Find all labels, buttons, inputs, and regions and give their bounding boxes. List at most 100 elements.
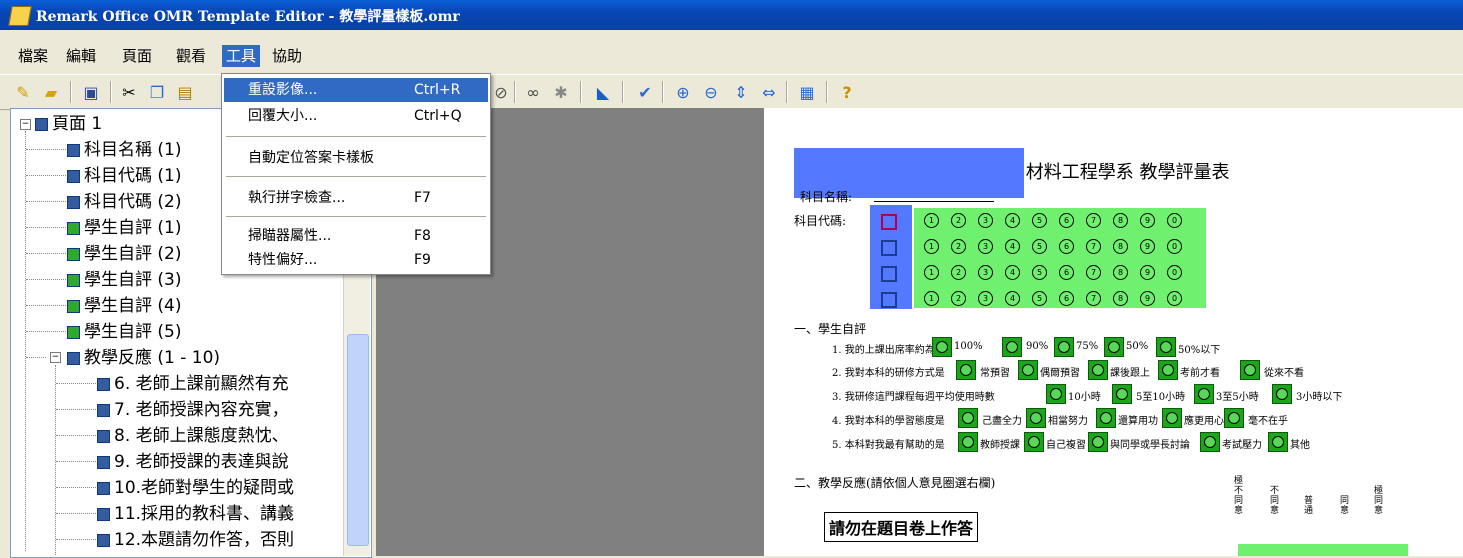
menu-view[interactable]: 觀看 — [172, 45, 210, 67]
digit-bubble[interactable]: 6 — [1059, 265, 1074, 280]
digit-bubble[interactable]: 6 — [1059, 239, 1074, 254]
answer-bubble[interactable] — [1194, 384, 1214, 404]
answer-bubble[interactable] — [1104, 337, 1124, 357]
digit-bubble[interactable]: 7 — [1086, 291, 1101, 306]
digit-bubble[interactable]: 1 — [924, 239, 939, 254]
answer-bubble[interactable] — [1096, 408, 1116, 428]
digit-bubble[interactable]: 1 — [924, 265, 939, 280]
digit-bubble[interactable]: 4 — [1005, 265, 1020, 280]
digit-bubble[interactable]: 9 — [1140, 239, 1155, 254]
answer-bubble[interactable] — [932, 337, 952, 357]
digit-bubble[interactable]: 6 — [1059, 213, 1074, 228]
tree-item[interactable]: 學生自評 (4) — [67, 293, 181, 319]
answer-bubble[interactable] — [1200, 432, 1220, 452]
menu-help[interactable]: 協助 — [268, 45, 306, 67]
digit-bubble[interactable]: 2 — [951, 265, 966, 280]
collapse-toggle[interactable]: − — [20, 119, 31, 130]
digit-bubble[interactable]: 3 — [978, 239, 993, 254]
zoom-out-icon[interactable]: ⊖ — [700, 81, 722, 103]
digit-bubble[interactable]: 9 — [1140, 213, 1155, 228]
digit-bubble[interactable]: 7 — [1086, 239, 1101, 254]
digit-bubble[interactable]: 4 — [1005, 291, 1020, 306]
paste-icon[interactable]: ▤ — [174, 81, 196, 103]
answer-bubble[interactable] — [1088, 360, 1108, 380]
digit-bubble[interactable]: 2 — [951, 239, 966, 254]
answer-bubble[interactable] — [958, 408, 978, 428]
tree-item[interactable]: 學生自評 (3) — [67, 267, 181, 293]
tree-node-page[interactable]: 頁面 1 — [35, 111, 102, 137]
answer-bubble[interactable] — [1002, 337, 1022, 357]
digit-bubble[interactable]: 0 — [1167, 291, 1182, 306]
answer-bubble[interactable] — [1088, 432, 1108, 452]
answer-bubble[interactable] — [1158, 360, 1178, 380]
tree-item[interactable]: 科目代碼 (1) — [67, 163, 181, 189]
menu-page[interactable]: 頁面 — [118, 45, 156, 67]
form-preview[interactable]: 國立中興大學 材料工程學系 教學評量表 科目名稱: 科目代碼: 一、學生自評 1… — [764, 108, 1463, 556]
open-folder-icon[interactable]: ▰ — [40, 81, 62, 103]
response-bubble-row[interactable] — [1238, 544, 1408, 556]
menu-tools[interactable]: 工具 — [222, 45, 261, 67]
tree-subitem[interactable]: 7. 老師授課內容充實， — [97, 397, 289, 423]
cut-icon[interactable]: ✂ — [118, 81, 140, 103]
digit-bubble[interactable]: 0 — [1167, 265, 1182, 280]
tree-item[interactable]: 科目代碼 (2) — [67, 189, 181, 215]
answer-bubble[interactable] — [1224, 408, 1244, 428]
digit-bubble[interactable]: 1 — [924, 213, 939, 228]
digit-bubble[interactable]: 5 — [1032, 291, 1047, 306]
answer-bubble[interactable] — [1026, 408, 1046, 428]
digit-bubble[interactable]: 4 — [1005, 239, 1020, 254]
digit-bubble[interactable]: 0 — [1167, 213, 1182, 228]
tree-subitem[interactable]: 12.本題請勿作答，否則 — [97, 527, 294, 553]
answer-bubble[interactable] — [1272, 384, 1292, 404]
digit-bubble[interactable]: 3 — [978, 213, 993, 228]
menu-edit[interactable]: 編輯 — [62, 45, 100, 67]
menu-item-auto-locate[interactable]: 自動定位答案卡樣板 — [224, 146, 488, 170]
ruler-icon[interactable]: ◣ — [592, 81, 614, 103]
digit-bubble[interactable]: 4 — [1005, 213, 1020, 228]
tree-subitem[interactable]: 6. 老師上課前顯然有充 — [97, 371, 289, 397]
answer-bubble[interactable] — [1156, 337, 1176, 357]
answer-bubble[interactable] — [1162, 408, 1182, 428]
copy-icon[interactable]: ❐ — [146, 81, 168, 103]
draw-tool-icon[interactable]: ⊘ — [490, 81, 512, 103]
tree-subitem[interactable]: 11.採用的教科書、講義 — [97, 501, 294, 527]
answer-bubble[interactable] — [1046, 384, 1066, 404]
collapse-toggle[interactable]: − — [50, 352, 61, 363]
tree-item[interactable]: 科目名稱 (1) — [67, 137, 181, 163]
tree-item[interactable]: 學生自評 (2) — [67, 241, 181, 267]
spell-check-icon[interactable]: ✔ — [634, 81, 656, 103]
digit-bubble[interactable]: 5 — [1032, 239, 1047, 254]
digit-bubble[interactable]: 0 — [1167, 239, 1182, 254]
fit-width-icon[interactable]: ⇔ — [758, 81, 780, 103]
menu-item-preferences[interactable]: 特性偏好... F9 — [224, 248, 488, 272]
answer-bubble[interactable] — [958, 432, 978, 452]
tree-item[interactable]: 學生自評 (1) — [67, 215, 181, 241]
fit-height-icon[interactable]: ⇕ — [730, 81, 752, 103]
code-checkbox[interactable] — [881, 266, 897, 282]
answer-bubble[interactable] — [1240, 360, 1260, 380]
save-icon[interactable]: ▣ — [80, 81, 102, 103]
tree-node-group[interactable]: 教學反應 (1 - 10) — [67, 345, 220, 371]
menu-item-spell-check[interactable]: 執行拼字檢查... F7 — [224, 186, 488, 210]
digit-bubble[interactable]: 1 — [924, 291, 939, 306]
properties-icon[interactable]: ▦ — [796, 81, 818, 103]
tree-subitem[interactable]: 10.老師對學生的疑問或 — [97, 475, 294, 501]
new-icon[interactable]: ✎ — [12, 81, 34, 103]
tree-item[interactable]: 學生自評 (5) — [67, 319, 181, 345]
digit-bubble[interactable]: 5 — [1032, 265, 1047, 280]
menu-file[interactable]: 檔案 — [14, 45, 52, 67]
digit-bubble[interactable]: 7 — [1086, 265, 1101, 280]
settings-icon[interactable]: ✱ — [550, 81, 572, 103]
code-checkbox[interactable] — [881, 240, 897, 256]
zoom-in-icon[interactable]: ⊕ — [672, 81, 694, 103]
digit-bubble[interactable]: 9 — [1140, 291, 1155, 306]
answer-bubble[interactable] — [1112, 384, 1132, 404]
answer-bubble[interactable] — [1024, 432, 1044, 452]
digit-bubble[interactable]: 3 — [978, 291, 993, 306]
help-icon[interactable]: ? — [836, 81, 858, 103]
digit-bubble[interactable]: 7 — [1086, 213, 1101, 228]
digit-bubble[interactable]: 2 — [951, 213, 966, 228]
digit-bubble[interactable]: 6 — [1059, 291, 1074, 306]
answer-bubble[interactable] — [1268, 432, 1288, 452]
answer-bubble[interactable] — [956, 360, 976, 380]
